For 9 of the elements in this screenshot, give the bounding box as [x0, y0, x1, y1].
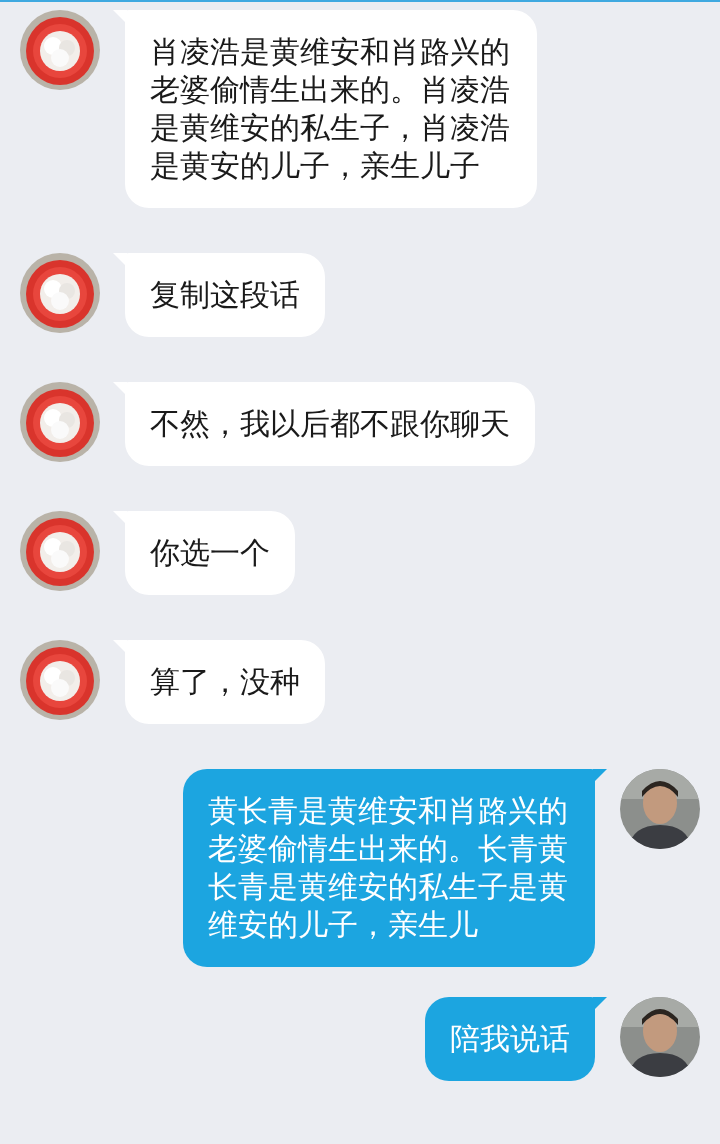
message-bubble: 复制这段话	[125, 253, 325, 337]
message-bubble: 你选一个	[125, 511, 295, 595]
bubble-tail	[593, 997, 607, 1011]
message-bubble: 肖凌浩是黄维安和肖路兴的老婆偷情生出来的。肖凌浩是黄维安的私生子，肖凌浩是黄安的儿子，亲生儿子	[125, 10, 537, 208]
bubble-tail	[593, 769, 607, 783]
message-bubble: 陪我说话	[425, 997, 595, 1081]
message-bubble: 黄长青是黄维安和肖路兴的老婆偷情生出来的。长青黄长青是黄维安的私生子是黄维安的儿子，亲生儿	[183, 769, 595, 967]
message-bubble: 算了，没种	[125, 640, 325, 724]
message-bubble: 不然，我以后都不跟你聊天	[125, 382, 535, 466]
